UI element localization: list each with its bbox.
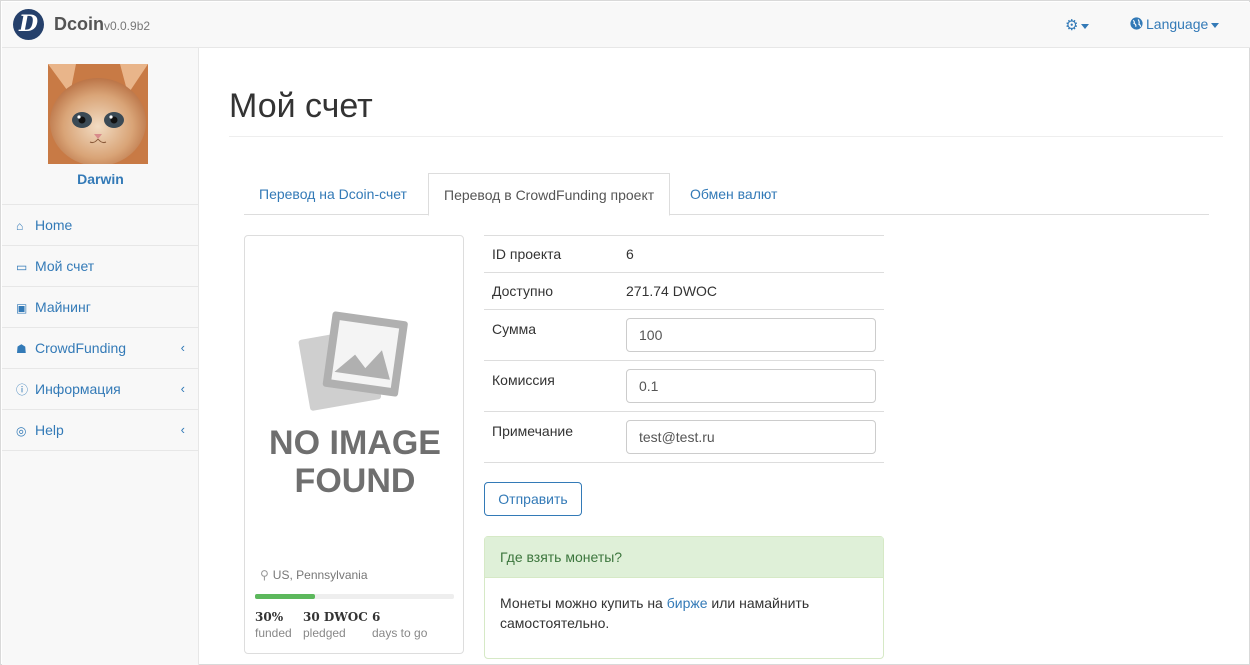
project-location: ⚲ US, Pennsylvania (260, 568, 368, 582)
transfer-tabs: Перевод на Dcoin-счет Перевод в CrowdFun… (244, 173, 1209, 216)
row-project-id: ID проекта 6 (484, 236, 884, 273)
sidebar-item-label: Help (35, 422, 64, 438)
caret-down-icon (1211, 22, 1220, 28)
stat-funded: 30% funded (255, 610, 292, 640)
avatar[interactable] (48, 64, 148, 164)
caret-down-icon (1081, 23, 1090, 29)
no-image-placeholder: NO IMAGE FOUND (269, 311, 441, 500)
money-icon: ▣ (16, 301, 28, 315)
location-text: US, Pennsylvania (272, 568, 368, 582)
users-icon: ☗ (16, 342, 27, 356)
stat-days-value: 6 (372, 610, 381, 624)
tab-crowdfunding-transfer[interactable]: Перевод в CrowdFunding проект (428, 173, 671, 216)
gear-icon: ⚙ (1065, 17, 1079, 34)
fee-input[interactable] (626, 369, 876, 403)
top-navbar: D Dcoin v0.0.9b2 ⚙ Language (2, 2, 1250, 48)
project-card[interactable]: NO IMAGE FOUND ⚲ US, Pennsylvania 30% fun… (244, 235, 464, 654)
help-text-before: Монеты можно купить на (500, 595, 667, 611)
info-icon: ⓘ (16, 383, 29, 397)
funding-progress (255, 594, 454, 599)
row-amount: Сумма (484, 310, 884, 361)
stat-pledged-value: 30 DWOC (303, 610, 368, 624)
row-note: Примечание (484, 412, 884, 463)
chevron-left-icon: ‹ (180, 422, 185, 437)
globe-icon (1130, 17, 1143, 30)
sidebar-item-my-account[interactable]: ▭ Мой счет (2, 246, 199, 287)
help-panel-heading: Где взять монеты? (485, 537, 883, 578)
sidebar-item-home[interactable]: ⌂ Home (2, 205, 199, 246)
exchange-link[interactable]: бирже (667, 595, 708, 611)
funding-progress-bar (255, 594, 315, 599)
chevron-left-icon: ‹ (180, 381, 185, 396)
tab-currency-exchange[interactable]: Обмен валют (675, 173, 792, 215)
sidebar-item-crowdfunding[interactable]: ☗ CrowdFunding ‹ (2, 328, 199, 369)
project-id-value: 6 (626, 246, 634, 262)
sidebar-item-label: Мой счет (35, 258, 95, 274)
available-label: Доступно (492, 283, 554, 299)
transfer-form: ID проекта 6 Доступно 271.74 DWOC Сумма … (484, 235, 884, 463)
row-available: Доступно 271.74 DWOC (484, 273, 884, 310)
sidebar-item-label: Информация (35, 381, 121, 397)
no-image-line2: FOUND (295, 462, 416, 500)
sidebar-menu: ⌂ Home ▭ Мой счет ▣ Майнинг ☗ CrowdFunding ‹… (2, 204, 199, 451)
amount-label: Сумма (492, 321, 536, 337)
app-window: D Dcoin v0.0.9b2 ⚙ Language Darwin ⌂ Hom… (0, 0, 1250, 665)
page-title: Мой счет (229, 87, 373, 125)
life-ring-icon: ◎ (16, 424, 27, 438)
home-icon: ⌂ (16, 219, 24, 233)
stat-days: 6 days to go (372, 610, 427, 640)
sidebar-item-mining[interactable]: ▣ Майнинг (2, 287, 199, 328)
stat-funded-value: 30% (255, 610, 284, 624)
stat-funded-label: funded (255, 626, 292, 640)
no-image-line1: NO IMAGE (269, 424, 441, 462)
map-marker-icon: ⚲ (260, 568, 269, 582)
language-dropdown[interactable]: Language (1130, 16, 1220, 32)
chevron-left-icon: ‹ (180, 340, 185, 355)
language-label: Language (1146, 16, 1209, 32)
sidebar-item-help[interactable]: ◎ Help ‹ (2, 410, 199, 451)
brand-version: v0.0.9b2 (104, 19, 151, 33)
username[interactable]: Darwin (2, 171, 199, 187)
sidebar-item-label: CrowdFunding (35, 340, 127, 356)
sidebar: Darwin ⌂ Home ▭ Мой счет ▣ Майнинг ☗ CrowdFu… (2, 48, 199, 665)
tab-dcoin-transfer[interactable]: Перевод на Dcoin-счет (244, 173, 422, 215)
note-label: Примечание (492, 423, 574, 439)
fee-label: Комиссия (492, 372, 555, 388)
project-id-label: ID проекта (492, 246, 562, 262)
brand-name[interactable]: Dcoin (54, 14, 104, 35)
help-panel-body: Монеты можно купить на бирже или намайни… (485, 578, 883, 648)
note-input[interactable] (626, 420, 876, 454)
amount-input[interactable] (626, 318, 876, 352)
available-value: 271.74 DWOC (626, 283, 718, 299)
kitten-avatar-image (48, 64, 148, 164)
dcoin-logo[interactable]: D (13, 9, 44, 40)
send-button[interactable]: Отправить (484, 482, 582, 516)
sidebar-item-information[interactable]: ⓘ Информация ‹ (2, 369, 199, 410)
stat-pledged-label: pledged (303, 626, 346, 640)
title-divider (229, 136, 1223, 137)
help-panel: Где взять монеты? Монеты можно купить на… (484, 536, 884, 659)
settings-dropdown[interactable]: ⚙ (1065, 16, 1095, 34)
sidebar-item-label: Home (35, 217, 73, 233)
credit-card-icon: ▭ (16, 260, 28, 274)
sidebar-item-label: Майнинг (35, 299, 91, 315)
row-fee: Комиссия (484, 361, 884, 412)
stat-pledged: 30 DWOC pledged (303, 610, 368, 640)
stat-days-label: days to go (372, 626, 428, 640)
